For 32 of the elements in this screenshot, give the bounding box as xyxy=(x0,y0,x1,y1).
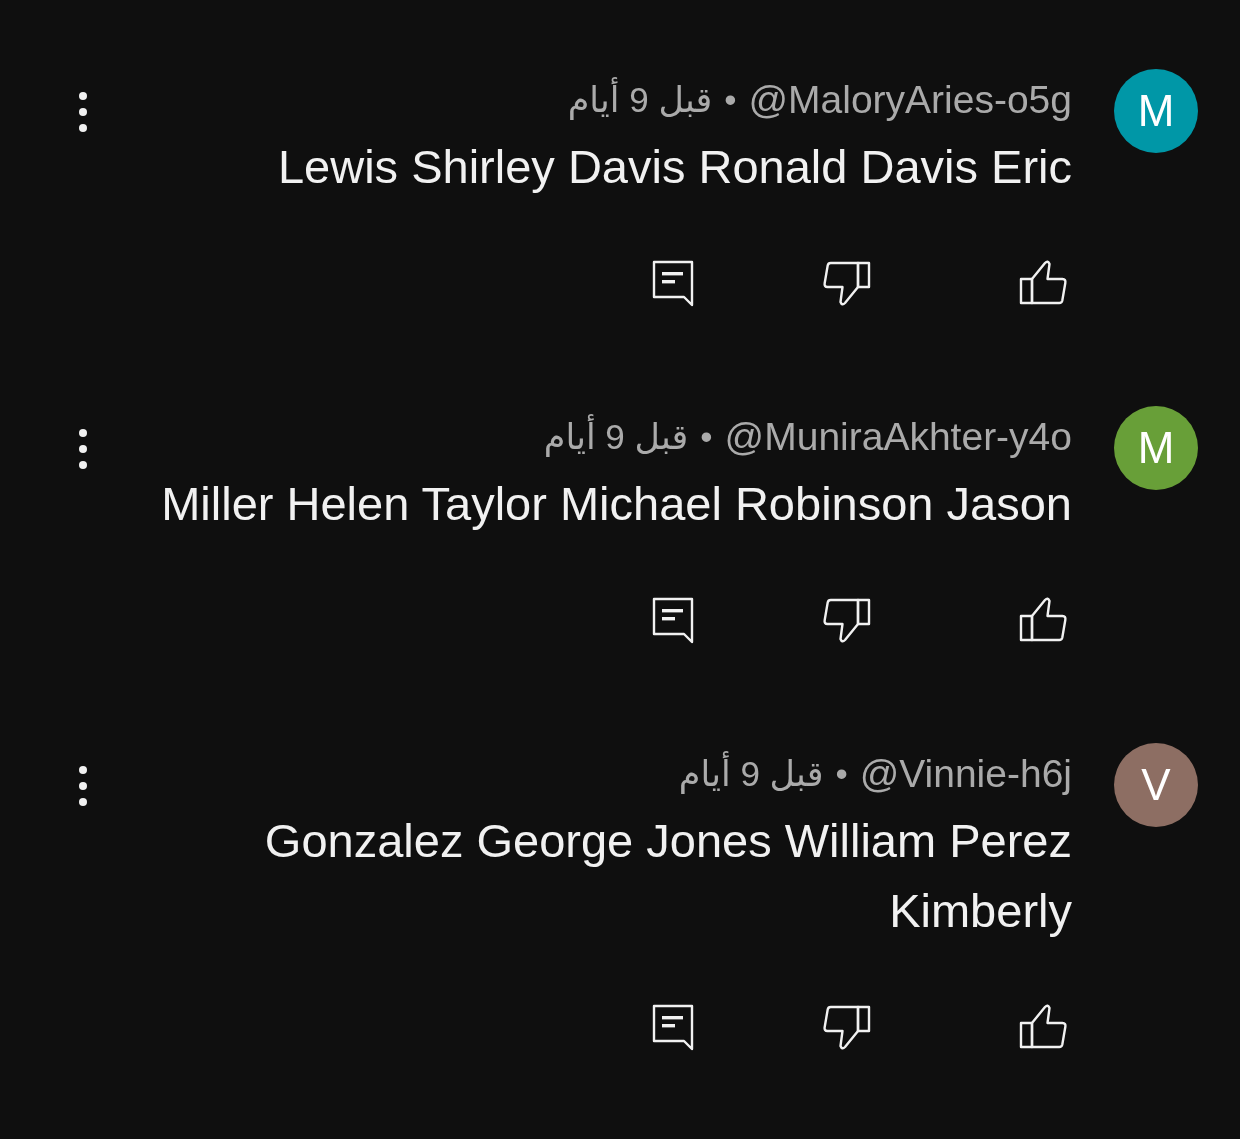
comment-time: قبل 9 أيام xyxy=(678,748,824,800)
more-vertical-icon xyxy=(78,92,88,132)
avatar[interactable]: V xyxy=(1114,743,1198,827)
thumbs-down-icon xyxy=(823,596,871,644)
author-handle[interactable]: @MuniraAkhter-y4o xyxy=(724,411,1072,463)
more-button[interactable] xyxy=(78,766,88,806)
like-button[interactable] xyxy=(1019,259,1067,307)
thumbs-up-icon xyxy=(1019,596,1067,644)
thumbs-up-icon xyxy=(1019,259,1067,307)
author-handle[interactable]: @MaloryAries-o5g xyxy=(748,74,1072,126)
separator-dot: • xyxy=(700,416,713,458)
like-button[interactable] xyxy=(1019,1003,1067,1051)
more-button[interactable] xyxy=(78,92,88,132)
thumbs-down-icon xyxy=(823,259,871,307)
comment-time: قبل 9 أيام xyxy=(567,74,713,126)
avatar[interactable]: M xyxy=(1114,69,1198,153)
dislike-button[interactable] xyxy=(823,596,871,644)
more-vertical-icon xyxy=(78,766,88,806)
comment-text: Gonzalez George Jones William Perez Kimberly xyxy=(263,813,1072,939)
more-button[interactable] xyxy=(78,429,88,469)
more-vertical-icon xyxy=(78,429,88,469)
like-button[interactable] xyxy=(1019,596,1067,644)
separator-dot: • xyxy=(835,753,848,795)
comment-text: Lewis Shirley Davis Ronald Davis Eric xyxy=(277,139,1072,195)
author-handle[interactable]: @Vinnie-h6j xyxy=(859,748,1072,800)
comment-time: قبل 9 أيام xyxy=(543,411,689,463)
dislike-button[interactable] xyxy=(823,1003,871,1051)
dislike-button[interactable] xyxy=(823,259,871,307)
separator-dot: • xyxy=(724,79,737,121)
thumbs-up-icon xyxy=(1019,1003,1067,1051)
comment-text: Miller Helen Taylor Michael Robinson Jason xyxy=(161,476,1072,532)
thumbs-down-icon xyxy=(823,1003,871,1051)
